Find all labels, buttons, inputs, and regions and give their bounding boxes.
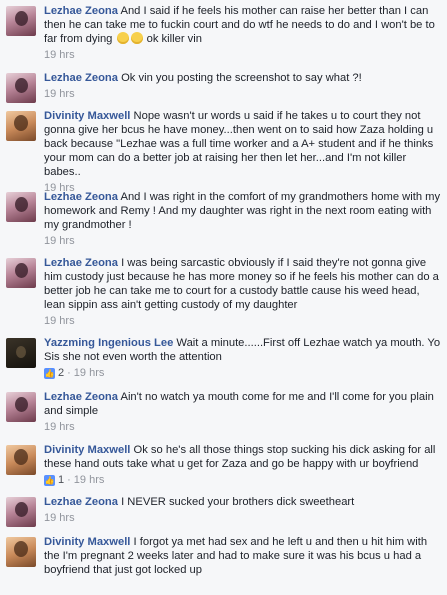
comment-time[interactable]: 19 hrs (74, 366, 105, 380)
comment-text: I NEVER sucked your brothers dick sweeth… (121, 496, 355, 508)
thumbs-up-icon[interactable]: 👍 (44, 474, 55, 486)
comment-time[interactable]: 19 hrs (44, 234, 75, 248)
avatar[interactable] (6, 111, 36, 141)
avatar[interactable] (6, 537, 36, 567)
comment-author[interactable]: Yazzming Ingenious Lee (44, 337, 173, 349)
meta-separator: · (67, 367, 71, 379)
comment-time[interactable]: 19 hrs (44, 48, 75, 62)
comment-time[interactable]: 19 hrs (44, 87, 75, 101)
comment-time[interactable]: 19 hrs (44, 420, 75, 434)
comment-author[interactable]: Divinity Maxwell (44, 444, 130, 456)
comment-author[interactable]: Divinity Maxwell (44, 536, 130, 548)
grinning-face-icon (130, 32, 143, 44)
avatar[interactable] (6, 6, 36, 36)
avatar[interactable] (6, 497, 36, 527)
comment-author[interactable]: Lezhae Zeona (44, 496, 118, 508)
like-count[interactable]: 2 (58, 366, 64, 380)
comment-author[interactable]: Lezhae Zeona (44, 257, 118, 269)
comment-author[interactable]: Divinity Maxwell (44, 110, 130, 122)
comment-thread: Lezhae Zeona And I said if he feels his … (0, 0, 447, 595)
avatar[interactable] (6, 338, 36, 368)
comment-text: Ok vin you posting the screenshot to say… (121, 72, 362, 84)
comment-author[interactable]: Lezhae Zeona (44, 5, 118, 17)
avatar[interactable] (6, 258, 36, 288)
avatar[interactable] (6, 192, 36, 222)
comment-text-tail: ok killer vin (146, 33, 202, 45)
grinning-face-icon (116, 32, 129, 44)
comment-author[interactable]: Lezhae Zeona (44, 191, 118, 203)
comment-author[interactable]: Lezhae Zeona (44, 72, 118, 84)
comment-author[interactable]: Lezhae Zeona (44, 391, 118, 403)
meta-separator: · (67, 474, 71, 486)
comment-time[interactable]: 19 hrs (74, 473, 105, 487)
comment-time[interactable]: 19 hrs (44, 511, 75, 525)
comment-time[interactable]: 19 hrs (44, 314, 75, 328)
avatar[interactable] (6, 445, 36, 475)
avatar[interactable] (6, 392, 36, 422)
avatar[interactable] (6, 73, 36, 103)
thumbs-up-icon[interactable]: 👍 (44, 367, 55, 379)
like-count[interactable]: 1 (58, 473, 64, 487)
